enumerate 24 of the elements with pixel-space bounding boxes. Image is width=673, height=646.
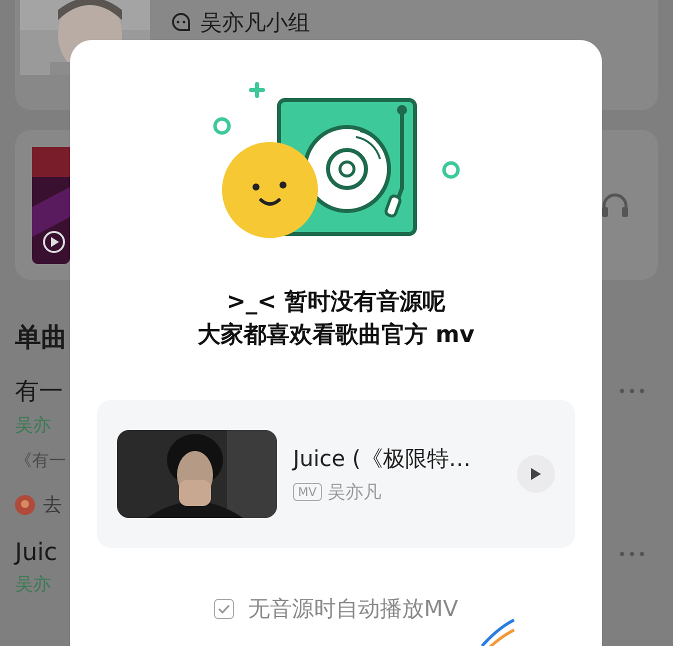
message-text: 大家都喜欢看歌曲官方 mv	[198, 321, 474, 350]
swoosh-icon	[480, 618, 516, 646]
more-icon[interactable]	[618, 550, 646, 558]
mv-card[interactable]: Juice (《极限特… MV 吴亦凡	[97, 400, 575, 548]
play-button[interactable]	[517, 455, 555, 493]
action-text[interactable]: 去	[43, 492, 62, 518]
headphones-icon[interactable]	[600, 191, 630, 219]
more-icon[interactable]	[618, 387, 646, 395]
song-title[interactable]: 有一	[15, 375, 66, 407]
section-title: 单曲	[15, 322, 67, 355]
autoplay-label: 无音源时自动播放MV	[248, 596, 458, 624]
mv-tag: MV	[293, 483, 322, 501]
group-name[interactable]: 吴亦凡小组	[200, 8, 310, 38]
app-icon	[15, 495, 35, 515]
message-text: >_< 暂时没有音源呢	[226, 288, 446, 317]
check-icon	[218, 604, 230, 614]
mv-artist: 吴亦凡	[328, 481, 382, 504]
song-artist: 吴亦	[15, 414, 52, 437]
autoplay-checkbox[interactable]	[214, 599, 234, 619]
mv-title: Juice (《极限特…	[293, 446, 472, 474]
song-title[interactable]: Juic	[15, 538, 58, 566]
song-artist: 吴亦	[15, 573, 52, 596]
play-icon	[530, 467, 542, 481]
chat-icon	[170, 12, 192, 34]
